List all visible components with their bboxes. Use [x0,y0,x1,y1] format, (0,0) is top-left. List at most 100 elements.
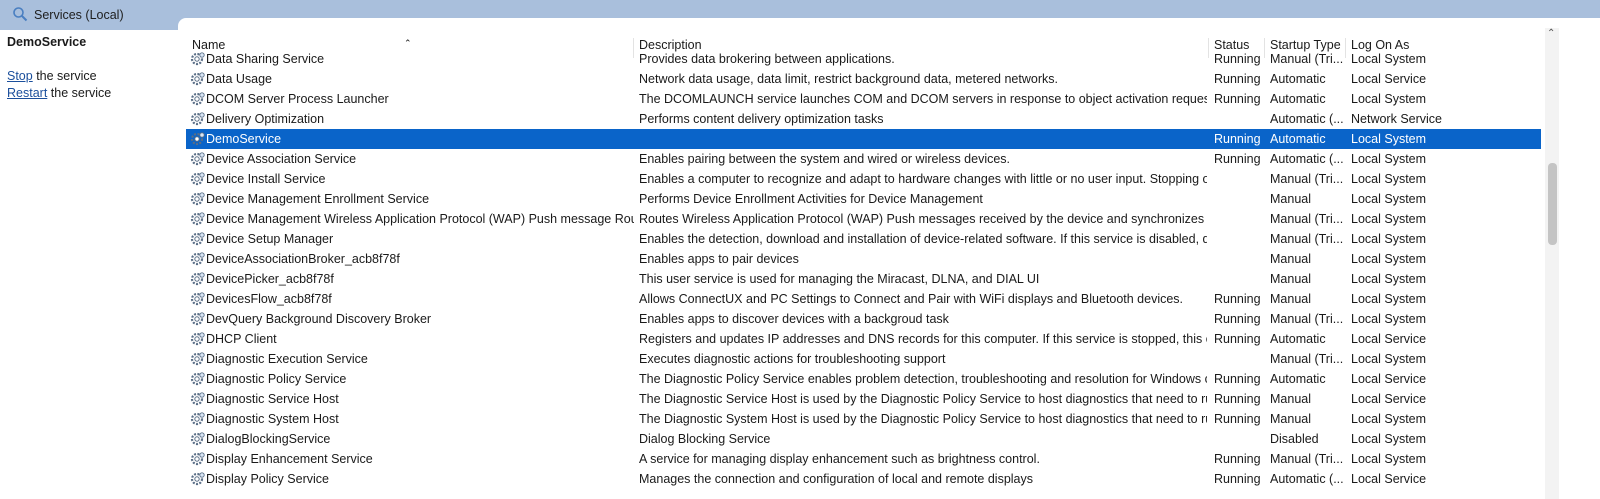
table-row[interactable]: Data Sharing Service Provides data broker… [186,49,1541,69]
table-row[interactable]: Device Association Service Enables pairin… [186,149,1541,169]
table-row[interactable]: Data Usage Network data usage, data limit… [186,69,1541,89]
service-startup-type: Automatic [1270,132,1326,146]
table-row[interactable]: DCOM Server Process Launcher The DCOMLAUN… [186,89,1541,109]
table-row[interactable]: DevQuery Background Discovery Broker Enab… [186,309,1541,329]
service-log-on-as: Local System [1351,452,1427,466]
service-startup-type: Automatic (... [1270,472,1344,486]
service-description: Executes diagnostic actions for troubles… [639,352,946,366]
vertical-scrollbar[interactable]: ⌃ [1545,28,1559,499]
table-row-selected[interactable]: DemoService Running Automatic Local System [186,129,1541,149]
service-description: The Diagnostic Policy Service enables pr… [639,372,1207,386]
table-row[interactable]: Device Setup Manager Enables the detectio… [186,229,1541,249]
service-description: Performs content delivery optimization t… [639,112,884,126]
service-gear-icon [190,451,206,467]
service-gear-icon [190,111,206,127]
service-log-on-as: Local Service [1351,372,1427,386]
service-startup-type: Automatic [1270,92,1326,106]
service-startup-type: Manual [1270,292,1311,306]
scrollbar-thumb[interactable] [1548,163,1557,245]
service-status: Running [1214,392,1261,406]
table-row[interactable]: DevicesFlow_acb8f78f Allows ConnectUX and… [186,289,1541,309]
service-log-on-as: Local System [1351,432,1427,446]
service-log-on-as: Local System [1351,292,1427,306]
service-gear-icon [190,371,206,387]
service-name: DHCP Client [206,332,277,346]
service-description: This user service is used for managing t… [639,272,1040,286]
service-description: Enables apps to discover devices with a … [639,312,949,326]
service-name: DCOM Server Process Launcher [206,92,389,106]
service-log-on-as: Local System [1351,132,1427,146]
service-gear-icon [190,91,206,107]
service-startup-type: Manual [1270,192,1311,206]
sort-ascending-icon: ⌃ [404,38,412,48]
service-status: Running [1214,52,1261,66]
service-gear-icon [190,411,206,427]
scroll-up-arrow-icon[interactable]: ⌃ [1547,28,1555,39]
service-name: Diagnostic Policy Service [206,372,347,386]
stop-action-text: the service [32,69,97,83]
service-description: Enables apps to pair devices [639,252,799,266]
service-gear-icon [190,211,206,227]
service-description: The Diagnostic System Host is used by th… [639,412,1207,426]
service-gear-icon [190,231,206,247]
service-startup-type: Automatic (... [1270,152,1344,166]
service-name: Display Policy Service [206,472,329,486]
service-startup-type: Automatic [1270,372,1326,386]
restart-action-text: the service [47,86,112,100]
service-startup-type: Manual [1270,412,1311,426]
service-status: Running [1214,132,1261,146]
table-row[interactable]: DeviceAssociationBroker_acb8f78f Enables … [186,249,1541,269]
table-row[interactable]: DialogBlockingService Dialog Blocking Ser… [186,429,1541,449]
window-title: Services (Local) [34,8,124,22]
service-name: DialogBlockingService [206,432,331,446]
service-log-on-as: Local System [1351,52,1427,66]
service-startup-type: Manual (Tri... [1270,232,1344,246]
service-description: Routes Wireless Application Protocol (WA… [639,212,1207,226]
service-description: Network data usage, data limit, restrict… [639,72,1058,86]
table-row[interactable]: Device Management Wireless Application P… [186,209,1541,229]
table-row[interactable]: Device Install Service Enables a computer… [186,169,1541,189]
service-startup-type: Manual [1270,272,1311,286]
table-row[interactable]: Diagnostic Policy Service The Diagnostic … [186,369,1541,389]
service-log-on-as: Network Service [1351,112,1442,126]
service-log-on-as: Local System [1351,412,1427,426]
stop-service-link[interactable]: Stop [7,69,33,83]
service-startup-type: Disabled [1270,432,1319,446]
service-name: Data Sharing Service [206,52,325,66]
service-log-on-as: Local System [1351,92,1427,106]
service-log-on-as: Local System [1351,212,1427,226]
service-status: Running [1214,372,1261,386]
service-log-on-as: Local System [1351,252,1427,266]
service-description: Performs Device Enrollment Activities fo… [639,192,983,206]
service-gear-icon [190,131,206,147]
service-name: Device Association Service [206,152,357,166]
service-name: DevQuery Background Discovery Broker [206,312,432,326]
table-row[interactable]: Diagnostic System Host The Diagnostic Sys… [186,409,1541,429]
service-startup-type: Manual (Tri... [1270,52,1344,66]
service-name: Delivery Optimization [206,112,325,126]
table-row[interactable]: Diagnostic Execution Service Executes dia… [186,349,1541,369]
service-status: Running [1214,412,1261,426]
table-row[interactable]: Diagnostic Service Host The Diagnostic Se… [186,389,1541,409]
table-row[interactable]: Display Enhancement Service A service for… [186,449,1541,469]
service-startup-type: Manual [1270,392,1311,406]
table-row[interactable]: Display Policy Service Manages the connec… [186,469,1541,489]
service-name: Diagnostic Service Host [206,392,339,406]
service-startup-type: Automatic (... [1270,112,1344,126]
restart-service-link[interactable]: Restart [7,86,47,100]
extended-description-pane: DemoService Stop the service Restart the… [0,30,178,499]
service-description: The Diagnostic Service Host is used by t… [639,392,1207,406]
table-row[interactable]: DevicePicker_acb8f78f This user service i… [186,269,1541,289]
table-row[interactable]: DHCP Client Registers and updates IP addr… [186,329,1541,349]
service-log-on-as: Local System [1351,232,1427,246]
service-description: Enables pairing between the system and w… [639,152,1011,166]
service-log-on-as: Local Service [1351,392,1427,406]
table-row[interactable]: Delivery Optimization Performs content de… [186,109,1541,129]
service-gear-icon [190,251,206,267]
table-row[interactable]: Device Management Enrollment Service Perf… [186,189,1541,209]
service-description: Provides data brokering between applicat… [639,52,895,66]
service-name: Device Management Enrollment Service [206,192,430,206]
service-description: Registers and updates IP addresses and D… [639,332,1207,346]
service-status: Running [1214,292,1261,306]
services-list-view[interactable]: ⌃ Name Description Status Startup Type L… [178,18,1600,499]
